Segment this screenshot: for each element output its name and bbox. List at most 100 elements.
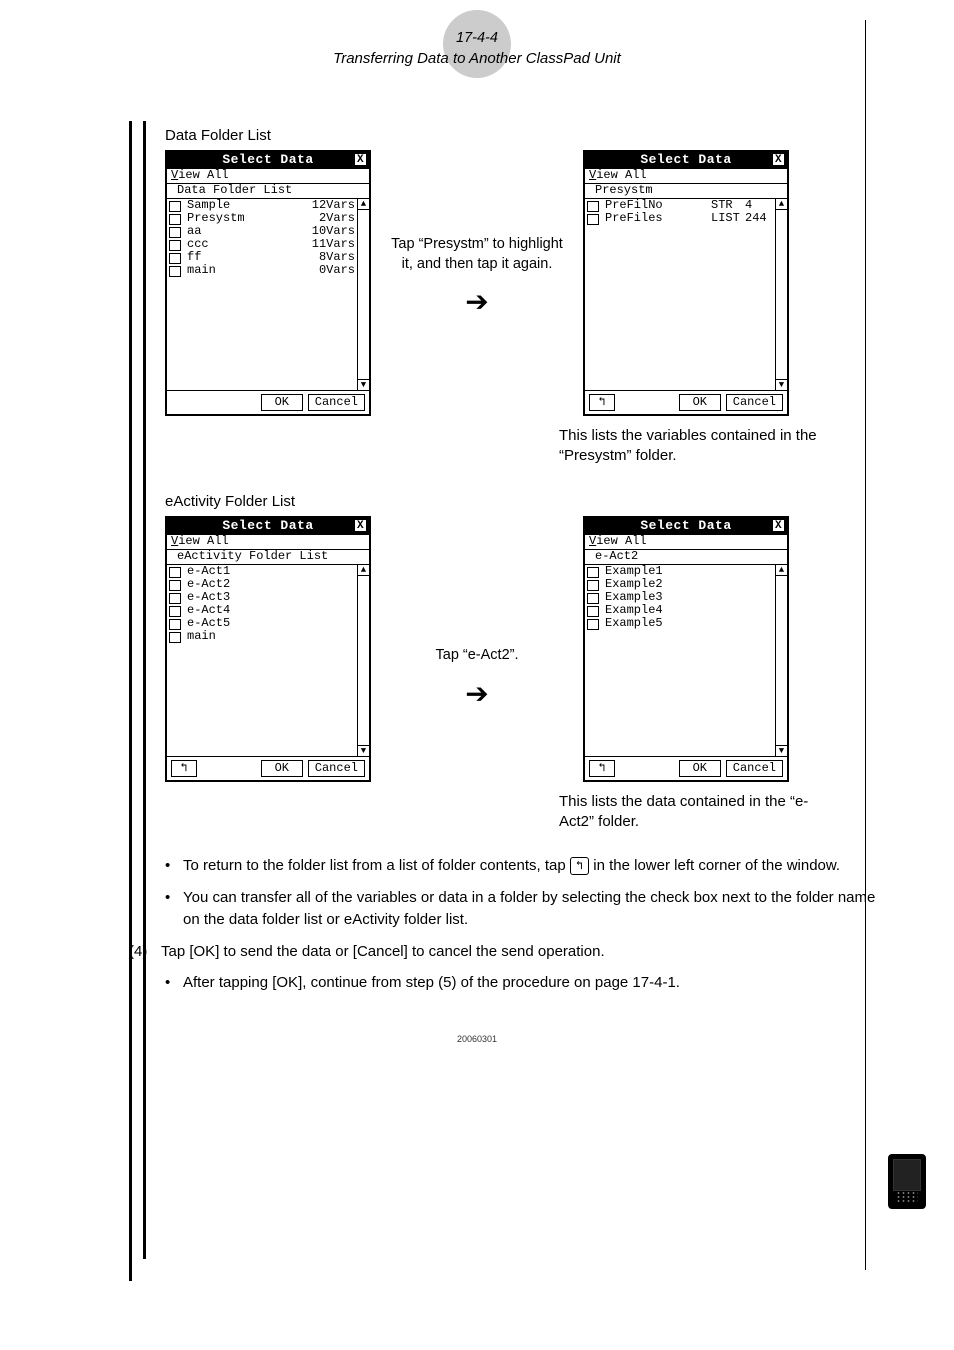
back-icon: ↰ — [570, 857, 589, 874]
scrollbar[interactable]: ▲ ▼ — [775, 565, 787, 756]
instruction-b: Tap “e-Act2”. ➔ — [389, 516, 565, 708]
scroll-up-icon[interactable]: ▲ — [776, 565, 787, 576]
close-icon[interactable]: X — [354, 519, 367, 532]
ok-button[interactable]: OK — [679, 760, 721, 778]
panel-menu[interactable]: View All — [585, 169, 787, 184]
scroll-down-icon[interactable]: ▼ — [358, 379, 369, 390]
menu-underline: V — [589, 169, 596, 183]
cancel-button[interactable]: Cancel — [726, 760, 783, 778]
panel-path: e-Act2 — [585, 550, 787, 565]
example-list-body: Example1 Example2 Example3 Example4 Exam… — [585, 565, 775, 756]
panel-title: Select Data X — [585, 518, 787, 535]
checkbox[interactable] — [587, 619, 599, 630]
menu-underline: V — [171, 169, 178, 183]
checkbox[interactable] — [587, 214, 599, 225]
instruction-a: Tap “Presystm” to highlight it, and then… — [389, 150, 565, 316]
close-icon[interactable]: X — [354, 153, 367, 166]
checkbox[interactable] — [169, 240, 181, 251]
arrow-right-icon: ➔ — [389, 288, 565, 316]
checkbox[interactable] — [587, 593, 599, 604]
item-vars: 0Vars — [319, 264, 357, 278]
content-inner-rule — [143, 121, 146, 1259]
item-size: 244 — [745, 212, 775, 226]
panel-title-text: Select Data — [640, 152, 731, 167]
item-type: LIST — [711, 212, 745, 226]
content-outer-rule — [129, 121, 132, 1281]
back-button[interactable]: ↰ — [589, 394, 615, 411]
checkbox[interactable] — [587, 580, 599, 591]
panel-title: Select Data X — [167, 152, 369, 169]
body-bullet-2: You can transfer all of the variables or… — [183, 887, 879, 931]
panel-eactivity-folder-list: Select Data X View All eActivity Folder … — [165, 516, 371, 782]
menu-rest: iew All — [178, 535, 228, 549]
step-4-text: Tap [OK] to send the data or [Cancel] to… — [161, 941, 879, 963]
section-a-caption: This lists the variables contained in th… — [559, 426, 839, 465]
checkbox[interactable] — [169, 567, 181, 578]
page-number: 17-4-4 — [177, 30, 777, 46]
close-icon[interactable]: X — [772, 153, 785, 166]
checkbox[interactable] — [587, 606, 599, 617]
panel-menu[interactable]: View All — [585, 535, 787, 550]
back-button[interactable]: ↰ — [589, 760, 615, 777]
cancel-button[interactable]: Cancel — [308, 394, 365, 412]
checkbox[interactable] — [587, 567, 599, 578]
scroll-thumb[interactable] — [776, 576, 787, 746]
checkbox[interactable] — [169, 214, 181, 225]
cancel-button[interactable]: Cancel — [726, 394, 783, 412]
item-name: Presystm — [187, 212, 319, 226]
menu-rest: iew All — [596, 535, 646, 549]
menu-rest: iew All — [178, 169, 228, 183]
scrollbar[interactable]: ▲ ▼ — [357, 199, 369, 390]
panel-presystm-contents: Select Data X View All Presystm PreFilNo… — [583, 150, 789, 416]
checkbox[interactable] — [169, 201, 181, 212]
scroll-down-icon[interactable]: ▼ — [776, 379, 787, 390]
list-item[interactable]: main — [167, 631, 357, 644]
panel-menu[interactable]: View All — [167, 535, 369, 550]
scroll-up-icon[interactable]: ▲ — [358, 199, 369, 210]
checkbox[interactable] — [169, 606, 181, 617]
close-icon[interactable]: X — [772, 519, 785, 532]
menu-underline: V — [589, 535, 596, 549]
checkbox[interactable] — [169, 580, 181, 591]
section-b-caption: This lists the data contained in the “e-… — [559, 792, 839, 831]
checkbox[interactable] — [169, 253, 181, 264]
scrollbar[interactable]: ▲ ▼ — [775, 199, 787, 390]
body-bullet-1: To return to the folder list from a list… — [183, 855, 879, 877]
panel-eact2-contents: Select Data X View All e-Act2 Example1 E… — [583, 516, 789, 782]
list-item[interactable]: main0Vars — [167, 265, 357, 278]
checkbox[interactable] — [169, 619, 181, 630]
item-name: main — [187, 630, 357, 644]
item-name: Example5 — [605, 617, 775, 631]
checkbox[interactable] — [169, 266, 181, 277]
back-button[interactable]: ↰ — [171, 760, 197, 777]
list-item[interactable]: PreFilesLIST244 — [585, 213, 775, 226]
cancel-button[interactable]: Cancel — [308, 760, 365, 778]
ok-button[interactable]: OK — [261, 394, 303, 412]
panel-menu[interactable]: View All — [167, 169, 369, 184]
section-b-label: eActivity Folder List — [165, 493, 879, 510]
scroll-down-icon[interactable]: ▼ — [776, 745, 787, 756]
folder-list-body: Sample12Vars Presystm2Vars aa10Vars ccc1… — [167, 199, 357, 390]
variable-list-body: PreFilNoSTR4 PreFilesLIST244 — [585, 199, 775, 390]
panel-title-text: Select Data — [222, 518, 313, 533]
checkbox[interactable] — [587, 201, 599, 212]
checkbox[interactable] — [169, 632, 181, 643]
panel-path: eActivity Folder List — [167, 550, 369, 565]
scroll-thumb[interactable] — [358, 210, 369, 270]
ok-button[interactable]: OK — [679, 394, 721, 412]
body-text: • To return to the folder list from a li… — [165, 855, 879, 994]
list-item[interactable]: Example5 — [585, 618, 775, 631]
ok-button[interactable]: OK — [261, 760, 303, 778]
scroll-thumb[interactable] — [358, 576, 369, 746]
panel-title-text: Select Data — [640, 518, 731, 533]
scroll-up-icon[interactable]: ▲ — [776, 199, 787, 210]
scroll-down-icon[interactable]: ▼ — [358, 745, 369, 756]
panel-title: Select Data X — [167, 518, 369, 535]
checkbox[interactable] — [169, 227, 181, 238]
panel-title-text: Select Data — [222, 152, 313, 167]
panel-path: Data Folder List — [167, 184, 369, 199]
scroll-thumb[interactable] — [776, 210, 787, 380]
scroll-up-icon[interactable]: ▲ — [358, 565, 369, 576]
checkbox[interactable] — [169, 593, 181, 604]
scrollbar[interactable]: ▲ ▼ — [357, 565, 369, 756]
